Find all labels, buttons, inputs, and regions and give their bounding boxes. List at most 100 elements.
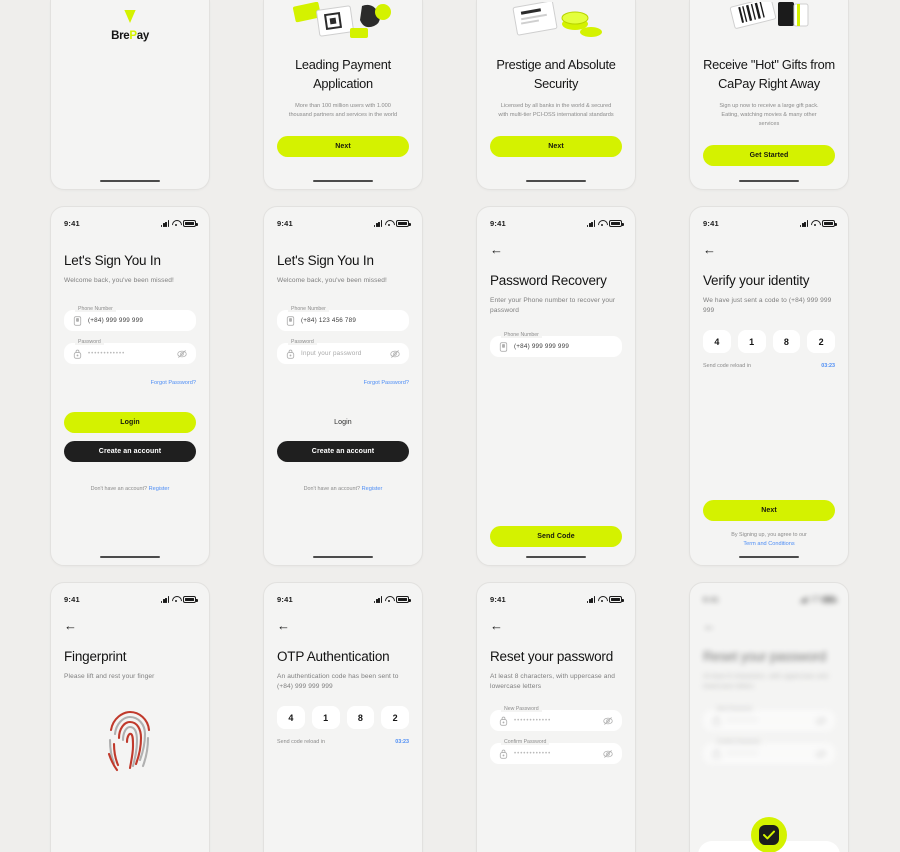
otp-digit-1[interactable]: 4	[703, 330, 731, 354]
page-title: Reset your password	[703, 649, 827, 664]
status-bar: 9:41	[490, 583, 624, 609]
signup-footer-text: Don't have an account?	[90, 486, 148, 493]
home-indicator	[100, 555, 160, 558]
signup-footer: Don't have an account? Register	[277, 486, 409, 492]
wifi-icon	[385, 220, 393, 227]
battery-icon	[609, 596, 624, 603]
eye-off-icon[interactable]	[177, 349, 187, 359]
terms-link[interactable]: Term and Conditions	[743, 541, 794, 547]
phone-field[interactable]: Phone Number (+84) 123 456 789	[277, 306, 409, 332]
battery-icon	[822, 596, 837, 603]
screen-password-recovery: 9:41 ← Password Recovery Enter your Phon…	[476, 206, 636, 566]
back-arrow-icon[interactable]: ←	[277, 619, 291, 633]
send-code-button[interactable]: Send Code	[490, 526, 622, 547]
onboarding-subtitle: Sign up now to receive a large gift pack…	[719, 103, 819, 127]
forgot-password-row[interactable]: Forgot Password?	[64, 371, 196, 389]
password-field-label: Password	[75, 339, 104, 346]
back-arrow-icon[interactable]: ←	[490, 243, 504, 257]
signup-footer: Don't have an account? Register	[64, 486, 196, 492]
new-password-value: ••••••••••	[727, 717, 759, 724]
page-subtitle: At least 8 characters, with uppercase an…	[703, 672, 829, 691]
otp-digit-3[interactable]: 8	[346, 706, 375, 730]
next-button[interactable]: Next	[703, 500, 835, 521]
status-bar: 9:41	[64, 583, 198, 609]
page-subtitle: At least 8 characters, with uppercase an…	[490, 672, 616, 691]
new-password-field[interactable]: New Password ••••••••••••	[490, 706, 622, 732]
forgot-password-link[interactable]: Forgot Password?	[151, 380, 196, 386]
fingerprint-scanner[interactable]	[64, 708, 196, 774]
screen-splash: BrePay	[50, 0, 210, 190]
next-button[interactable]: Next	[490, 135, 622, 157]
screen-onboarding-2: Prestige and Absolute Security Licensed …	[476, 0, 636, 190]
otp-input-group[interactable]: 4 1 8 2	[703, 330, 835, 354]
login-button[interactable]: Login	[277, 412, 409, 433]
send-code-row: Send Code	[490, 526, 622, 547]
screen-onboarding-3: Receive "Hot" Gifts from CaPay Right Awa…	[689, 0, 849, 190]
phone-field[interactable]: Phone Number (+84) 999 999 999	[64, 306, 196, 332]
new-password-value: ••••••••••••	[514, 717, 552, 724]
create-account-button[interactable]: Create an account	[64, 441, 196, 463]
illustration-security	[490, 0, 622, 48]
screen-otp-authentication: 9:41 ← OTP Authentication An authenticat…	[263, 582, 423, 852]
page-subtitle: We have just sent a code to (+84) 999 99…	[703, 296, 832, 315]
signal-icon	[374, 596, 382, 603]
back-arrow-icon[interactable]: ←	[703, 243, 717, 257]
terms-row[interactable]: Term and Conditions	[703, 541, 835, 547]
page-subtitle: An authentication code has been sent to …	[277, 672, 399, 691]
register-link[interactable]: Register	[362, 486, 383, 492]
otp-digit-1[interactable]: 4	[277, 706, 305, 730]
confirm-password-field[interactable]: Confirm Password ••••••••••••	[490, 739, 622, 765]
otp-digit-2[interactable]: 1	[737, 330, 766, 354]
password-field[interactable]: Password ••••••••••••	[64, 339, 196, 365]
phone-field[interactable]: Phone Number (+84) 999 999 999	[490, 332, 622, 358]
blurred-background: 9:41 ← Reset your password At least 8 ch…	[690, 583, 848, 852]
status-bar: 9:41	[64, 207, 198, 233]
status-bar: 9:41	[277, 583, 411, 609]
eye-off-icon[interactable]	[390, 349, 400, 359]
confirm-password-label: Confirm Password	[501, 739, 550, 746]
page-subtitle: Enter your Phone number to recover your …	[490, 296, 616, 315]
login-button[interactable]: Login	[64, 412, 196, 434]
battery-icon	[822, 220, 837, 227]
illustration-gifts	[703, 0, 835, 48]
password-value: ••••••••••••	[88, 350, 126, 357]
status-time: 9:41	[703, 219, 719, 228]
page-title: Reset your password	[490, 649, 614, 664]
confirm-password-field: Confirm Password ••••••••••	[703, 739, 835, 765]
back-arrow-icon[interactable]: ←	[64, 619, 78, 633]
onboarding-title: Receive "Hot" Gifts from CaPay Right Awa…	[703, 57, 835, 91]
otp-digit-3[interactable]: 8	[772, 330, 801, 354]
status-bar: 9:41	[277, 207, 411, 233]
forgot-password-link[interactable]: Forgot Password?	[364, 380, 409, 386]
create-account-button[interactable]: Create an account	[277, 441, 409, 463]
status-time: 9:41	[490, 595, 506, 604]
success-badge	[751, 817, 787, 852]
get-started-button[interactable]: Get Started	[703, 144, 835, 166]
eye-off-icon[interactable]	[603, 749, 613, 759]
otp-input-group[interactable]: 4 1 8 2	[277, 706, 409, 730]
phone-field-label: Phone Number	[501, 332, 542, 339]
resend-label: Send code reload in	[703, 363, 751, 370]
resend-timer: 03:23	[821, 363, 835, 370]
otp-digit-4[interactable]: 2	[807, 330, 835, 354]
next-button[interactable]: Next	[277, 135, 409, 157]
status-time: 9:41	[277, 595, 293, 604]
home-indicator	[526, 179, 586, 182]
otp-digit-2[interactable]: 1	[311, 706, 340, 730]
screen-fingerprint: 9:41 ← Fingerprint Please lift and rest …	[50, 582, 210, 852]
eye-off-icon[interactable]	[603, 716, 613, 726]
page-subtitle: Please lift and rest your finger	[64, 672, 155, 680]
forgot-password-row[interactable]: Forgot Password?	[277, 371, 409, 389]
register-link[interactable]: Register	[149, 486, 170, 492]
logo-text-a: Bre	[111, 30, 130, 42]
password-field[interactable]: Password Input your password	[277, 339, 409, 365]
back-arrow-icon[interactable]: ←	[490, 619, 504, 633]
screen-gallery: BrePay Leading Payment Application More …	[0, 0, 900, 852]
wifi-icon	[598, 220, 606, 227]
otp-digit-4[interactable]: 2	[381, 706, 409, 730]
fingerprint-icon[interactable]	[103, 708, 157, 774]
signal-icon	[374, 220, 382, 227]
signal-icon	[587, 596, 595, 603]
logo-mark-icon	[120, 0, 140, 23]
signal-icon	[800, 596, 808, 603]
